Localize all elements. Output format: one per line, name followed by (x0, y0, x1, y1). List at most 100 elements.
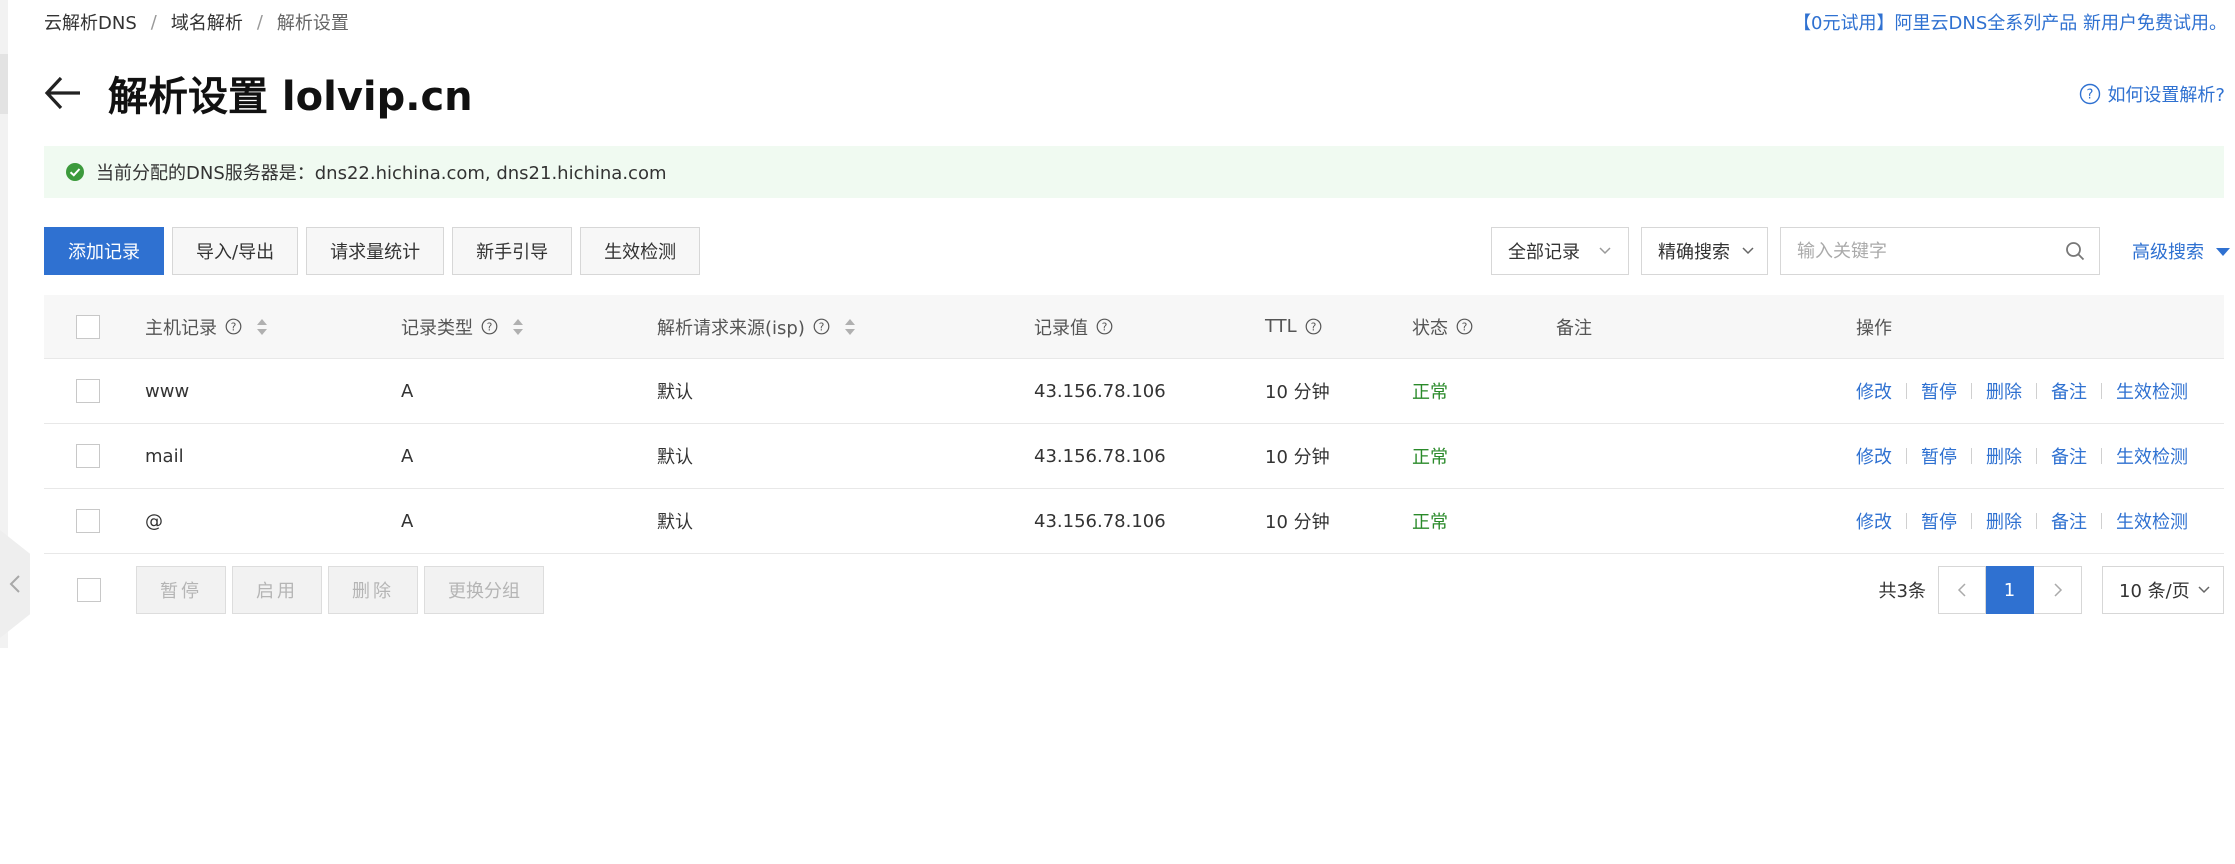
table-footer: 暂停 启用 删除 更换分组 共3条 1 10 条/页 (44, 566, 2224, 614)
page-size-select[interactable]: 10 条/页 (2102, 566, 2224, 614)
record-filter-select[interactable]: 全部记录 (1491, 227, 1629, 275)
pause-record-link[interactable]: 暂停 (1921, 378, 1957, 404)
value-cell: 43.156.78.106 (1034, 445, 1166, 467)
help-circle-icon[interactable]: ? (1456, 318, 1473, 335)
import-export-button[interactable]: 导入/导出 (172, 227, 299, 275)
row-checkbox[interactable] (76, 509, 100, 533)
type-cell: A (401, 445, 414, 467)
bulk-delete-button[interactable]: 删除 (328, 566, 418, 614)
edit-record-link[interactable]: 修改 (1856, 443, 1892, 469)
pause-record-link[interactable]: 暂停 (1921, 508, 1957, 534)
chevron-left-icon (1957, 583, 1966, 597)
row-select-cell (76, 489, 100, 553)
sort-icon[interactable] (512, 317, 524, 337)
success-check-icon (66, 163, 84, 181)
pause-record-link[interactable]: 暂停 (1921, 443, 1957, 469)
remark-record-link[interactable]: 备注 (2051, 443, 2087, 469)
remark-record-link[interactable]: 备注 (2051, 378, 2087, 404)
bulk-pause-button[interactable]: 暂停 (136, 566, 226, 614)
next-page-button[interactable] (2034, 566, 2082, 614)
effect-check-link[interactable]: 生效检测 (2116, 378, 2188, 404)
column-header-value: 记录值 ? (1034, 295, 1113, 358)
back-arrow-icon[interactable] (44, 74, 82, 112)
search-icon[interactable] (2065, 241, 2085, 261)
delete-record-link[interactable]: 删除 (1986, 443, 2022, 469)
chevron-right-icon (2053, 583, 2062, 597)
breadcrumb-separator: / (256, 11, 263, 33)
remark-record-link[interactable]: 备注 (2051, 508, 2087, 534)
effect-check-link[interactable]: 生效检测 (2116, 443, 2188, 469)
action-divider (1906, 513, 1907, 529)
action-divider (1971, 513, 1972, 529)
search-mode-select[interactable]: 精确搜索 (1641, 227, 1768, 275)
action-divider (2036, 383, 2037, 399)
dns-records-table: 主机记录 ? 记录类型 ? 解析请求来源(isp) ? 记录值 ? TTL ? … (44, 295, 2224, 554)
row-checkbox[interactable] (76, 444, 100, 468)
free-trial-promo-link[interactable]: 【0元试用】阿里云DNS全系列产品 新用户免费试用。 (1793, 10, 2227, 34)
sort-icon[interactable] (256, 317, 268, 337)
column-header-host-label: 主机记录 (145, 317, 217, 339)
row-select-cell (76, 424, 100, 488)
effect-check-link[interactable]: 生效检测 (2116, 508, 2188, 534)
ttl-cell: 10 分钟 (1265, 382, 1330, 403)
beginner-guide-button[interactable]: 新手引导 (452, 227, 573, 275)
help-circle-icon[interactable]: ? (813, 318, 830, 335)
edit-record-link[interactable]: 修改 (1856, 508, 1892, 534)
svg-text:?: ? (231, 322, 237, 334)
help-link-label: 如何设置解析? (2107, 85, 2225, 106)
bulk-select-checkbox[interactable] (77, 578, 101, 602)
breadcrumb-item-domain-resolution[interactable]: 域名解析 (171, 9, 243, 35)
effect-check-button[interactable]: 生效检测 (580, 227, 701, 275)
bulk-actions: 暂停 启用 删除 更换分组 (136, 566, 544, 614)
question-circle-icon: ? (2080, 83, 2101, 105)
table-header-row: 主机记录 ? 记录类型 ? 解析请求来源(isp) ? 记录值 ? TTL ? … (44, 295, 2224, 359)
isp-cell: 默认 (657, 382, 693, 403)
left-edge-marker (0, 54, 8, 114)
svg-text:?: ? (487, 322, 493, 334)
how-to-configure-help-link[interactable]: ? 如何设置解析? (2079, 82, 2225, 106)
help-circle-icon[interactable]: ? (225, 318, 242, 335)
keyword-search-input[interactable] (1797, 240, 2065, 262)
dns-server-info-bar: 当前分配的DNS服务器是：dns22.hichina.com, dns21.hi… (44, 146, 2224, 198)
svg-text:?: ? (1102, 322, 1108, 334)
page-title: 解析设置 lolvip.cn (108, 74, 473, 120)
help-circle-icon[interactable]: ? (1305, 318, 1322, 335)
type-cell: A (401, 380, 414, 402)
column-header-status: 状态 ? (1412, 295, 1473, 358)
column-header-ttl-label: TTL (1265, 316, 1297, 337)
add-record-button[interactable]: 添加记录 (44, 227, 164, 275)
breadcrumb-item-cloud-dns[interactable]: 云解析DNS (44, 9, 137, 35)
table-row: www A 默认 43.156.78.106 10 分钟 正常 修改 暂停 删除… (44, 359, 2224, 424)
action-divider (1906, 383, 1907, 399)
advanced-search-toggle[interactable]: 高级搜索 (2132, 238, 2230, 264)
help-circle-icon[interactable]: ? (481, 318, 498, 335)
select-all-checkbox[interactable] (76, 314, 100, 339)
ttl-cell: 10 分钟 (1265, 512, 1330, 533)
help-circle-icon[interactable]: ? (1096, 318, 1113, 335)
record-toolbar: 添加记录 导入/导出 请求量统计 新手引导 生效检测 (44, 227, 701, 275)
isp-cell: 默认 (657, 447, 693, 468)
caret-down-icon (2216, 248, 2230, 256)
chevron-down-icon (1599, 247, 1611, 255)
delete-record-link[interactable]: 删除 (1986, 508, 2022, 534)
action-divider (2101, 513, 2102, 529)
action-divider (2101, 448, 2102, 464)
actions-cell: 修改 暂停 删除 备注 生效检测 (1856, 489, 2188, 553)
actions-cell: 修改 暂停 删除 备注 生效检测 (1856, 424, 2188, 488)
column-header-status-label: 状态 (1412, 317, 1448, 339)
sort-icon[interactable] (844, 317, 856, 337)
bulk-enable-button[interactable]: 启用 (232, 566, 322, 614)
page-size-value: 10 条/页 (2119, 581, 2190, 602)
bulk-change-group-button[interactable]: 更换分组 (424, 566, 544, 614)
status-cell: 正常 (1412, 447, 1448, 468)
column-header-actions: 操作 (1856, 317, 1892, 339)
row-checkbox[interactable] (76, 379, 100, 403)
keyword-search-box (1780, 227, 2100, 275)
sidebar-collapse-handle[interactable] (0, 530, 30, 638)
prev-page-button[interactable] (1938, 566, 1986, 614)
table-row: @ A 默认 43.156.78.106 10 分钟 正常 修改 暂停 删除 备… (44, 489, 2224, 554)
edit-record-link[interactable]: 修改 (1856, 378, 1892, 404)
delete-record-link[interactable]: 删除 (1986, 378, 2022, 404)
page-number-button[interactable]: 1 (1986, 566, 2034, 614)
request-stats-button[interactable]: 请求量统计 (306, 227, 445, 275)
